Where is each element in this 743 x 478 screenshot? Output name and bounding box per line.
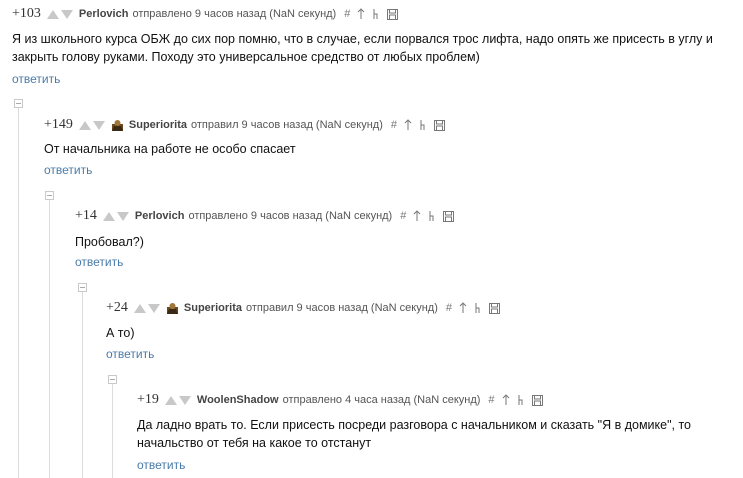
posted-time: отправлено 4 часа назад (NaN секунд) [282, 394, 481, 406]
author-name[interactable]: Superiorita [129, 119, 187, 131]
reply-link[interactable]: ответить [106, 347, 154, 361]
collapse-toggle[interactable] [45, 191, 54, 200]
upvote-arrow-icon[interactable] [133, 303, 146, 313]
branch-icon[interactable] [428, 210, 436, 222]
avatar [111, 119, 124, 132]
thread-line [18, 106, 19, 478]
hash-icon[interactable]: # [400, 210, 406, 222]
author-name[interactable]: Perlovich [79, 8, 129, 20]
branch-icon[interactable] [419, 119, 427, 131]
reply-link[interactable]: ответить [12, 72, 60, 86]
comment-header: +103 Perlovich отправлено 9 часов назад … [12, 6, 399, 22]
save-icon[interactable] [531, 394, 543, 406]
branch-icon[interactable] [517, 394, 525, 406]
branch-icon[interactable] [474, 302, 482, 314]
branch-icon[interactable] [372, 8, 380, 20]
rating-value: +24 [106, 300, 128, 315]
comment-text: От начальника на работе не особо спасает [44, 142, 296, 156]
author-name[interactable]: Perlovich [135, 210, 185, 222]
parent-arrow-icon[interactable] [502, 394, 510, 406]
comment: +103 Perlovich отправлено 9 часов назад … [12, 6, 743, 91]
comment-text: Я из школьного курса ОБЖ до сих пор помн… [12, 32, 713, 64]
author-name[interactable]: Superiorita [184, 302, 242, 314]
thread-line [49, 198, 50, 478]
posted-time: отправлено 9 часов назад (NaN секунд) [132, 8, 337, 20]
upvote-arrow-icon[interactable] [164, 395, 177, 405]
reply-link[interactable]: ответить [44, 163, 92, 177]
collapse-toggle[interactable] [108, 375, 117, 384]
save-icon[interactable] [443, 210, 455, 222]
comment-header: +14 Perlovich отправлено 9 часов назад (… [75, 208, 455, 224]
upvote-arrow-icon[interactable] [102, 211, 115, 221]
comment: +14 Perlovich отправлено 9 часов назад (… [75, 208, 743, 269]
reply-link[interactable]: ответить [137, 458, 185, 472]
collapse-toggle[interactable] [78, 283, 87, 292]
comment-text: А то) [106, 326, 135, 340]
save-icon[interactable] [387, 8, 399, 20]
reply-link[interactable]: ответить [75, 255, 123, 269]
save-icon[interactable] [488, 302, 500, 314]
posted-time: отправлено 9 часов назад (NaN секунд) [188, 210, 393, 222]
avatar [166, 302, 179, 315]
thread-line [82, 290, 83, 478]
posted-time: отправил 9 часов назад (NaN секунд) [190, 119, 383, 131]
comment-header: +149 Superiorita отправил 9 часов назад … [44, 117, 445, 133]
hash-icon[interactable]: # [391, 119, 397, 131]
upvote-arrow-icon[interactable] [78, 120, 91, 130]
parent-arrow-icon[interactable] [459, 302, 467, 314]
parent-arrow-icon[interactable] [357, 8, 365, 20]
downvote-arrow-icon[interactable] [116, 211, 129, 221]
rating-value: +149 [44, 117, 73, 132]
save-icon[interactable] [433, 119, 445, 131]
downvote-arrow-icon[interactable] [147, 303, 160, 313]
comment-header: +24 Superiorita отправил 9 часов назад (… [106, 300, 500, 316]
collapse-toggle[interactable] [14, 99, 23, 108]
comment: +19 WoolenShadow отправлено 4 часа назад… [137, 392, 743, 478]
author-name[interactable]: WoolenShadow [197, 394, 279, 406]
rating-value: +103 [12, 6, 41, 21]
comment: +24 Superiorita отправил 9 часов назад (… [106, 300, 743, 361]
comment: +149 Superiorita отправил 9 часов назад … [44, 117, 743, 177]
parent-arrow-icon[interactable] [413, 210, 421, 222]
comment-text: Да ладно врать то. Если присесть посреди… [137, 418, 692, 450]
comment-header: +19 WoolenShadow отправлено 4 часа назад… [137, 392, 543, 408]
downvote-arrow-icon[interactable] [92, 120, 105, 130]
hash-icon[interactable]: # [446, 302, 452, 314]
upvote-arrow-icon[interactable] [46, 9, 59, 19]
comment-text: Пробовал?) [75, 235, 144, 249]
rating-value: +19 [137, 392, 159, 407]
rating-value: +14 [75, 208, 97, 223]
posted-time: отправил 9 часов назад (NaN секунд) [245, 302, 438, 314]
parent-arrow-icon[interactable] [404, 119, 412, 131]
thread-line [112, 382, 113, 478]
hash-icon[interactable]: # [344, 8, 350, 20]
hash-icon[interactable]: # [488, 394, 494, 406]
downvote-arrow-icon[interactable] [178, 395, 191, 405]
downvote-arrow-icon[interactable] [60, 9, 73, 19]
